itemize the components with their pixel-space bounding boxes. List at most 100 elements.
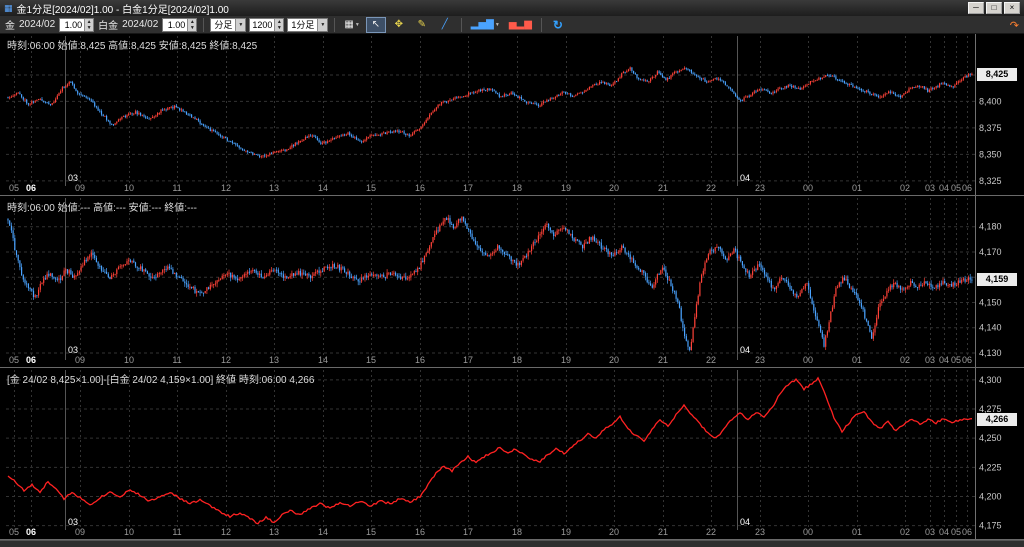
- timeframe-dropdown[interactable]: 1分足 ▼: [287, 17, 329, 32]
- platinum-multiplier-stepper[interactable]: 1.00 ▲ ▼: [162, 17, 198, 32]
- platinum-chart-canvas: 03044,1804,1704,1604,1504,1404,130050609…: [6, 196, 1002, 367]
- chevron-down-icon: ▼: [235, 18, 246, 31]
- svg-text:21: 21: [658, 183, 668, 193]
- svg-text:12: 12: [221, 183, 231, 193]
- svg-text:04: 04: [740, 173, 750, 183]
- svg-text:06: 06: [26, 527, 36, 537]
- gold-ohlc-readout: 時刻:06:00 始値:8,425 高値:8,425 安値:8,425 終値:8…: [7, 41, 258, 52]
- svg-text:03: 03: [68, 345, 78, 355]
- refresh-button[interactable]: ↻: [548, 17, 568, 33]
- window-controls: ─ □ ×: [968, 2, 1020, 14]
- svg-text:8,400: 8,400: [979, 96, 1002, 106]
- svg-text:04: 04: [939, 355, 949, 365]
- svg-text:06: 06: [26, 183, 36, 193]
- svg-text:8,325: 8,325: [979, 176, 1002, 186]
- spin-down-icon[interactable]: ▼: [275, 25, 283, 31]
- toolbar: 金 2024/02 1.00 ▲ ▼ 白金 2024/02 1.00 ▲ ▼ 分…: [0, 16, 1024, 34]
- compare-chart-button[interactable]: ▅▂▆: [506, 17, 535, 33]
- svg-text:16: 16: [415, 183, 425, 193]
- spread-chart-canvas: 03 044,3004,2754,2504,2254,2004,17505 06 09…: [6, 368, 1002, 539]
- svg-text:14: 14: [318, 183, 328, 193]
- platinum-last-price-badge: 4,159: [977, 272, 1017, 286]
- svg-text:04: 04: [939, 183, 949, 193]
- svg-text:15: 15: [366, 527, 376, 537]
- window-title: 金1分足[2024/02]1.00 - 白金1分足[2024/02]1.00: [16, 4, 229, 16]
- svg-text:19: 19: [561, 527, 571, 537]
- svg-text:12: 12: [221, 355, 231, 365]
- cursor-tool-button[interactable]: ↖: [365, 16, 386, 33]
- svg-text:10: 10: [124, 183, 134, 193]
- gold-multiplier-stepper[interactable]: 1.00 ▲ ▼: [59, 17, 95, 32]
- popout-button[interactable]: ↷: [1009, 17, 1020, 33]
- refresh-icon: ↻: [552, 17, 563, 32]
- svg-text:16: 16: [415, 355, 425, 365]
- svg-text:00: 00: [803, 355, 813, 365]
- restore-button[interactable]: □: [986, 2, 1002, 14]
- gold-multiplier-spin-buttons: ▲ ▼: [84, 18, 94, 31]
- svg-text:10: 10: [124, 527, 134, 537]
- svg-text:05: 05: [951, 183, 961, 193]
- svg-text:20: 20: [609, 527, 619, 537]
- spread-chart-panel[interactable]: 03 04 4,300 4,275 4,250 4,225 4,200 4,175 05 06 09…: [0, 368, 1024, 540]
- svg-text:09: 09: [75, 527, 85, 537]
- svg-text:17: 17: [463, 355, 473, 365]
- svg-text:4,140: 4,140: [979, 323, 1002, 333]
- spread-readout: [金 24/02 8,425×1.00]-[白金 24/02 4,159×1.0…: [7, 375, 315, 386]
- svg-text:05: 05: [9, 355, 19, 365]
- spin-down-icon[interactable]: ▼: [85, 25, 93, 31]
- svg-text:03: 03: [68, 517, 78, 527]
- popout-icon: ↷: [1009, 19, 1019, 32]
- gold-chart-panel[interactable]: 03048,4258,4008,3758,3508,32505060910111…: [0, 34, 1024, 196]
- svg-text:22: 22: [706, 527, 716, 537]
- pencil-icon: ✎: [417, 19, 426, 30]
- svg-text:01: 01: [852, 183, 862, 193]
- svg-text:19: 19: [561, 183, 571, 193]
- svg-text:4,300: 4,300: [979, 375, 1002, 385]
- svg-text:23: 23: [755, 183, 765, 193]
- svg-text:20: 20: [609, 183, 619, 193]
- svg-text:05: 05: [9, 527, 19, 537]
- svg-text:04: 04: [939, 527, 949, 537]
- svg-text:12: 12: [221, 527, 231, 537]
- interval-dropdown[interactable]: 分足 ▼: [210, 17, 247, 32]
- svg-text:02: 02: [900, 355, 910, 365]
- indicator-button[interactable]: ▂▅▇ ▼: [468, 17, 503, 33]
- svg-text:4,175: 4,175: [979, 521, 1002, 531]
- titlebar: ▦ 金1分足[2024/02]1.00 - 白金1分足[2024/02]1.00…: [0, 0, 1024, 16]
- toolbar-separator: [540, 17, 542, 32]
- platinum-chart-panel[interactable]: 03044,1804,1704,1604,1504,1404,130050609…: [0, 196, 1024, 368]
- spin-down-icon[interactable]: ▼: [188, 25, 196, 31]
- platinum-label: 白金: [98, 21, 119, 32]
- bar-chart-icon: ▂▅▇: [470, 19, 494, 30]
- chart-type-button[interactable]: ▦ ▼: [341, 17, 362, 33]
- svg-text:18: 18: [512, 527, 522, 537]
- svg-text:4,225: 4,225: [979, 462, 1002, 472]
- chart-type-icon: ▦: [344, 19, 354, 30]
- svg-text:09: 09: [75, 183, 85, 193]
- close-button[interactable]: ×: [1004, 2, 1020, 14]
- chevron-down-icon: ▼: [494, 21, 500, 28]
- pan-tool-button[interactable]: ✥: [389, 17, 409, 33]
- svg-text:02: 02: [900, 183, 910, 193]
- draw-tool-button[interactable]: ✎: [412, 17, 432, 33]
- bar-count-stepper[interactable]: 1200 ▲ ▼: [249, 17, 285, 32]
- svg-text:05: 05: [9, 183, 19, 193]
- svg-text:04: 04: [740, 517, 750, 527]
- toolbar-separator: [334, 17, 336, 32]
- svg-text:4,130: 4,130: [979, 348, 1002, 358]
- trendline-tool-button[interactable]: ╱: [435, 17, 455, 33]
- svg-text:15: 15: [366, 355, 376, 365]
- svg-text:04: 04: [740, 345, 750, 355]
- svg-text:21: 21: [658, 355, 668, 365]
- toolbar-separator: [203, 17, 205, 32]
- svg-text:19: 19: [561, 355, 571, 365]
- svg-text:18: 18: [512, 355, 522, 365]
- svg-text:13: 13: [269, 527, 279, 537]
- horizontal-scrollbar[interactable]: [0, 540, 1024, 547]
- svg-text:8,375: 8,375: [979, 123, 1002, 133]
- svg-text:03: 03: [68, 173, 78, 183]
- svg-text:22: 22: [706, 355, 716, 365]
- trendline-icon: ╱: [441, 19, 448, 30]
- minimize-button[interactable]: ─: [968, 2, 984, 14]
- gold-last-price-badge: 8,425: [977, 67, 1017, 81]
